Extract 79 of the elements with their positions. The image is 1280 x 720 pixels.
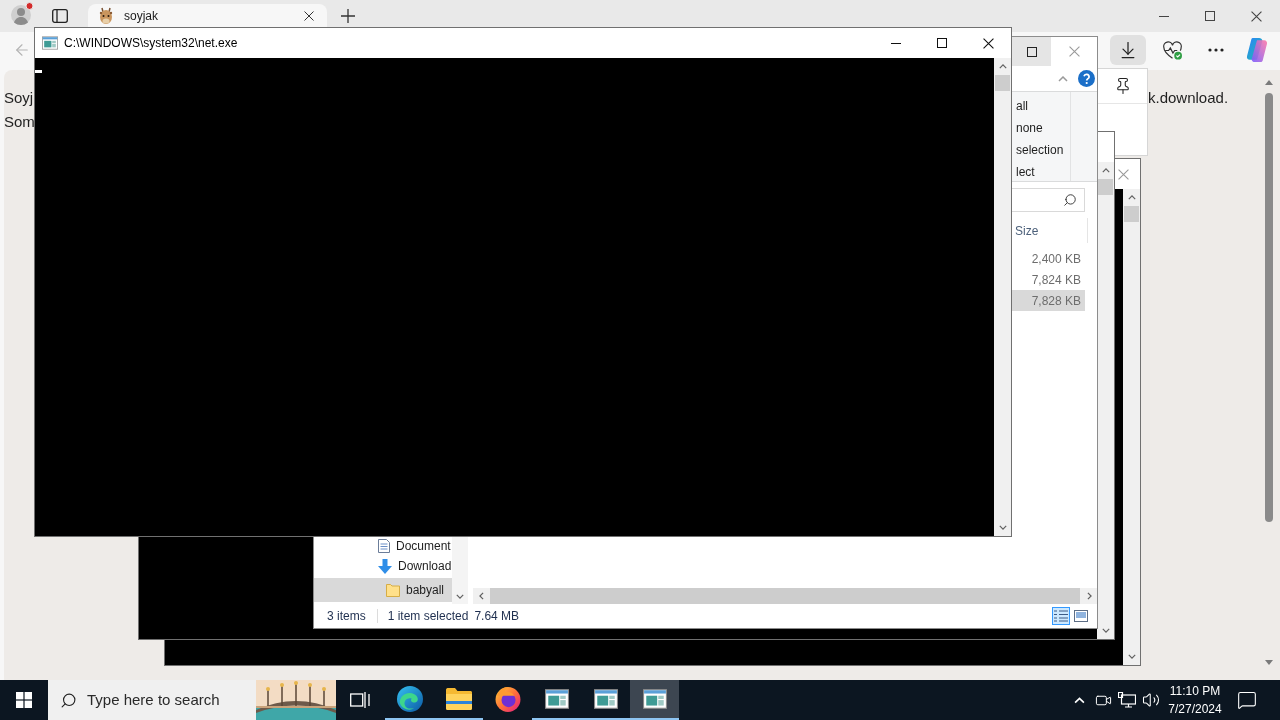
scrollbar[interactable] bbox=[1123, 189, 1140, 665]
nav-item[interactable]: babyall bbox=[314, 578, 452, 602]
sidebar-panel-icon bbox=[52, 8, 68, 23]
close-icon bbox=[1250, 10, 1262, 22]
profile-avatar-icon[interactable] bbox=[10, 1, 34, 26]
size-cell-text: 7,824 KB bbox=[1031, 271, 1081, 289]
close-icon bbox=[1068, 46, 1080, 57]
search-field[interactable]: Type here to search bbox=[87, 688, 247, 712]
scroll-thumb[interactable] bbox=[1265, 93, 1273, 522]
ribbon-command[interactable]: none bbox=[1016, 117, 1070, 139]
status-text: 3 items bbox=[327, 608, 366, 625]
windows-logo-icon bbox=[16, 692, 32, 708]
scrollbar[interactable] bbox=[452, 537, 468, 604]
scroll-up-arrow-icon bbox=[1265, 79, 1273, 85]
speech-bubble-icon bbox=[1237, 690, 1257, 710]
close-icon bbox=[982, 37, 994, 49]
maximize-button[interactable] bbox=[1012, 37, 1051, 66]
close-icon bbox=[1118, 168, 1129, 180]
file-row[interactable]: 7,828 KB bbox=[1012, 290, 1085, 311]
app-window-icon bbox=[593, 689, 618, 709]
plus-icon bbox=[341, 8, 355, 23]
app-window-icon bbox=[544, 689, 569, 709]
ribbon-command[interactable]: all bbox=[1016, 95, 1070, 117]
task-view-icon bbox=[350, 691, 370, 709]
search-icon bbox=[1063, 193, 1077, 207]
page-text: Som bbox=[4, 112, 35, 132]
details-view-icon bbox=[1054, 610, 1068, 622]
browser-tab[interactable]: soyjak bbox=[88, 4, 327, 27]
minimize-icon bbox=[1159, 15, 1169, 17]
folder-icon bbox=[386, 583, 400, 597]
clock-date: 7/27/2024 bbox=[1168, 701, 1222, 718]
nav-item[interactable]: Download bbox=[314, 554, 452, 578]
file-row[interactable]: 7,824 KB bbox=[1012, 269, 1085, 290]
wave-logo-icon bbox=[396, 686, 423, 712]
page-text: k.download. bbox=[1148, 88, 1230, 108]
network-monitor-icon bbox=[1118, 692, 1136, 708]
size-cell-text: 7,828 KB bbox=[1031, 292, 1081, 310]
chevron-up-icon bbox=[1073, 696, 1085, 704]
chevron-up-icon bbox=[1058, 75, 1068, 82]
status-text: 1 item selected bbox=[387, 608, 469, 625]
downloads-button[interactable] bbox=[1110, 35, 1146, 65]
page-text: Soyj bbox=[4, 88, 35, 108]
view-button[interactable] bbox=[1052, 607, 1070, 625]
maximize-icon bbox=[1205, 11, 1215, 21]
nav-item[interactable]: Document bbox=[314, 537, 452, 554]
app-window-icon bbox=[642, 689, 667, 709]
download-arrow-icon bbox=[378, 558, 392, 574]
speaker-icon bbox=[1142, 691, 1160, 709]
ring-logo-icon bbox=[494, 686, 521, 712]
window-title: C:\WINDOWS\system32\net.exe bbox=[64, 35, 238, 52]
ribbon-command[interactable]: selection bbox=[1016, 139, 1070, 161]
help-icon[interactable] bbox=[1078, 70, 1095, 87]
more-icon bbox=[1208, 48, 1224, 52]
status-text: 7.64 MB bbox=[474, 608, 520, 625]
file-row[interactable]: 2,400 KB bbox=[1012, 248, 1085, 269]
size-cell-text: 2,400 KB bbox=[1031, 250, 1081, 268]
large-icons-view-icon bbox=[1074, 610, 1088, 622]
scroll-thumb[interactable] bbox=[1124, 206, 1139, 222]
close-icon bbox=[304, 10, 314, 21]
clock-time: 11:10 PM bbox=[1169, 683, 1221, 700]
folder-icon bbox=[445, 688, 472, 710]
search-icon bbox=[60, 691, 77, 709]
scroll-thumb[interactable] bbox=[1098, 179, 1113, 195]
view-button[interactable] bbox=[1072, 607, 1090, 625]
taskbar-app-button[interactable] bbox=[630, 680, 679, 720]
ribbon-command[interactable]: lect bbox=[1016, 161, 1070, 183]
document-icon bbox=[378, 538, 390, 553]
clock[interactable]: 11:10 PM 7/27/2024 bbox=[1163, 680, 1227, 720]
minimize-icon bbox=[891, 42, 901, 44]
maximize-icon bbox=[1026, 46, 1037, 57]
scroll-down-arrow-icon bbox=[1265, 659, 1273, 665]
maximize-icon bbox=[937, 38, 947, 48]
ribbon-logo-icon bbox=[1246, 38, 1268, 62]
scrollbar[interactable] bbox=[994, 58, 1011, 536]
console-app-icon bbox=[42, 36, 58, 50]
animal-head-icon bbox=[97, 6, 115, 25]
heart-pulse-icon bbox=[1161, 40, 1183, 60]
search-bar[interactable]: Type here to search bbox=[48, 680, 336, 720]
scroll-thumb[interactable] bbox=[995, 75, 1010, 91]
